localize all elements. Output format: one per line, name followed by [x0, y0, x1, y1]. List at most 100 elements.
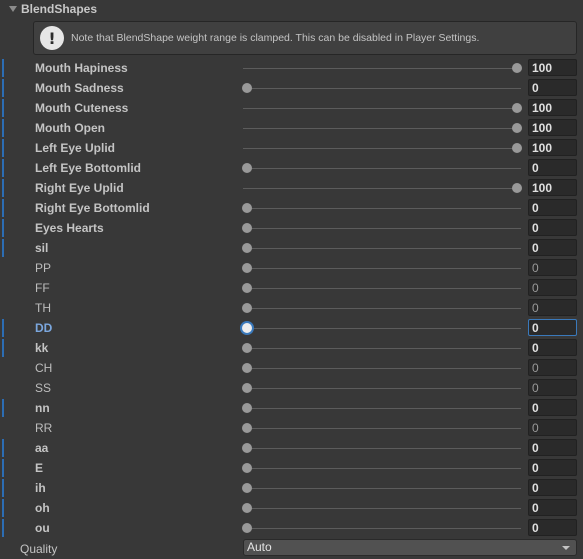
- blendshape-label: TH: [35, 301, 51, 315]
- slider-track[interactable]: [243, 368, 521, 369]
- slider-thumb[interactable]: [242, 343, 252, 353]
- weight-field[interactable]: 100: [528, 99, 577, 116]
- weight-field[interactable]: 0: [528, 259, 577, 276]
- slider-track[interactable]: [243, 148, 521, 149]
- slider-track[interactable]: [243, 388, 521, 389]
- slider-track[interactable]: [243, 108, 521, 109]
- blendshape-list: Mouth Hapiness 100 Mouth Sadness 0 Mouth Cut…: [0, 58, 583, 538]
- slider-track[interactable]: [243, 188, 521, 189]
- weight-field[interactable]: 0: [528, 459, 577, 476]
- slider-thumb[interactable]: [242, 83, 252, 93]
- blendshape-row: FF 0: [0, 278, 583, 298]
- blendshape-row: Left Eye Uplid 100: [0, 138, 583, 158]
- override-marker: [2, 479, 4, 497]
- weight-field[interactable]: 0: [528, 159, 577, 176]
- weight-field[interactable]: 0: [528, 339, 577, 356]
- slider-thumb[interactable]: [242, 463, 252, 473]
- override-marker: [2, 79, 4, 97]
- weight-field[interactable]: 0: [528, 199, 577, 216]
- slider-thumb[interactable]: [242, 243, 252, 253]
- slider-track[interactable]: [243, 228, 521, 229]
- slider-track[interactable]: [243, 128, 521, 129]
- blendshape-label: Mouth Sadness: [35, 81, 124, 95]
- weight-field[interactable]: 0: [528, 419, 577, 436]
- blendshape-row: Right Eye Uplid 100: [0, 178, 583, 198]
- weight-field[interactable]: 0: [528, 319, 577, 336]
- slider-thumb[interactable]: [242, 523, 252, 533]
- slider-thumb[interactable]: [242, 203, 252, 213]
- slider-thumb[interactable]: [242, 503, 252, 513]
- slider-track[interactable]: [243, 488, 521, 489]
- slider-track[interactable]: [243, 528, 521, 529]
- weight-field[interactable]: 0: [528, 79, 577, 96]
- blendshape-label: ou: [35, 521, 50, 535]
- slider-track[interactable]: [243, 508, 521, 509]
- weight-field[interactable]: 0: [528, 379, 577, 396]
- slider-thumb[interactable]: [242, 223, 252, 233]
- blendshape-label: RR: [35, 421, 53, 435]
- override-marker: [2, 59, 4, 77]
- slider-thumb[interactable]: [242, 283, 252, 293]
- slider-thumb[interactable]: [242, 423, 252, 433]
- slider-track[interactable]: [243, 248, 521, 249]
- blendshape-label: Mouth Hapiness: [35, 61, 128, 75]
- slider-thumb[interactable]: [242, 383, 252, 393]
- slider-thumb[interactable]: [242, 303, 252, 313]
- blendshape-row: E0: [0, 458, 583, 478]
- weight-field[interactable]: 0: [528, 359, 577, 376]
- slider-track[interactable]: [243, 288, 521, 289]
- blendshape-row: PP 0: [0, 258, 583, 278]
- slider-thumb[interactable]: [512, 103, 522, 113]
- blendshape-label: Mouth Cuteness: [35, 101, 129, 115]
- foldout-arrow-icon[interactable]: [9, 6, 17, 12]
- weight-field[interactable]: 100: [528, 179, 577, 196]
- weight-field[interactable]: 100: [528, 139, 577, 156]
- quality-dropdown[interactable]: Auto: [243, 539, 577, 556]
- override-marker: [2, 499, 4, 517]
- slider-track[interactable]: [243, 408, 521, 409]
- weight-field[interactable]: 0: [528, 499, 577, 516]
- slider-thumb[interactable]: [242, 323, 252, 333]
- slider-track[interactable]: [243, 308, 521, 309]
- slider-track[interactable]: [243, 428, 521, 429]
- weight-field[interactable]: 0: [528, 299, 577, 316]
- blendshape-label: kk: [35, 341, 49, 355]
- slider-thumb[interactable]: [512, 63, 522, 73]
- weight-field[interactable]: 0: [528, 439, 577, 456]
- blendshapes-foldout-header[interactable]: BlendShapes: [0, 0, 583, 18]
- weight-field[interactable]: 0: [528, 239, 577, 256]
- weight-field[interactable]: 0: [528, 219, 577, 236]
- slider-thumb[interactable]: [242, 263, 252, 273]
- override-marker: [2, 239, 4, 257]
- override-marker: [2, 199, 4, 217]
- slider-track[interactable]: [243, 348, 521, 349]
- slider-track[interactable]: [243, 88, 521, 89]
- weight-field[interactable]: 0: [528, 279, 577, 296]
- slider-thumb[interactable]: [242, 443, 252, 453]
- weight-field[interactable]: 100: [528, 119, 577, 136]
- slider-thumb[interactable]: [242, 363, 252, 373]
- slider-thumb[interactable]: [512, 123, 522, 133]
- slider-track[interactable]: [243, 268, 521, 269]
- slider-thumb[interactable]: [512, 183, 522, 193]
- weight-field[interactable]: 0: [528, 479, 577, 496]
- slider-track[interactable]: [243, 68, 521, 69]
- slider-track[interactable]: [243, 168, 521, 169]
- weight-field[interactable]: 0: [528, 519, 577, 536]
- slider-thumb[interactable]: [242, 163, 252, 173]
- slider-thumb[interactable]: [512, 143, 522, 153]
- override-marker: [2, 159, 4, 177]
- override-marker: [2, 339, 4, 357]
- override-marker: [2, 459, 4, 477]
- weight-field[interactable]: 0: [528, 399, 577, 416]
- slider-track[interactable]: [243, 328, 521, 329]
- blendshape-row: SS 0: [0, 378, 583, 398]
- slider-thumb[interactable]: [242, 483, 252, 493]
- slider-track[interactable]: [243, 208, 521, 209]
- slider-track[interactable]: [243, 448, 521, 449]
- slider-thumb[interactable]: [242, 403, 252, 413]
- blendshape-label: Right Eye Uplid: [35, 181, 124, 195]
- slider-track[interactable]: [243, 468, 521, 469]
- quality-row: Quality Auto: [0, 538, 583, 558]
- weight-field[interactable]: 100: [528, 59, 577, 76]
